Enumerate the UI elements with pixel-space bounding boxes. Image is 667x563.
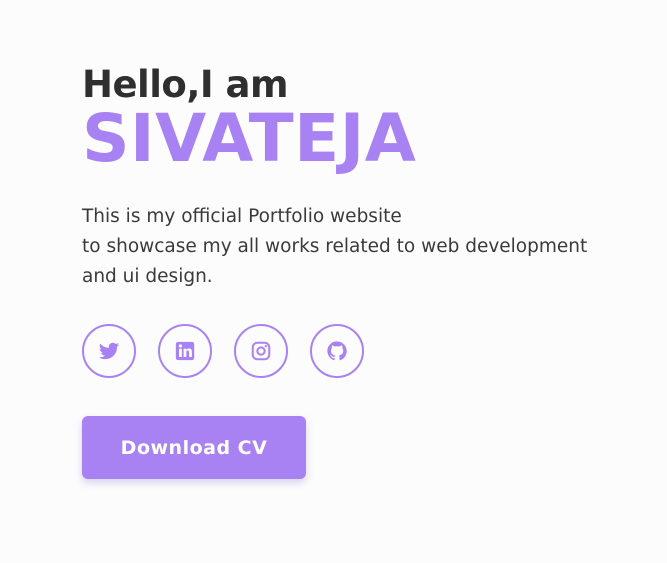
github-icon [327, 341, 347, 361]
hero-section: Hello,I am SIVATEJA This is my official … [82, 62, 652, 479]
linkedin-link[interactable] [158, 324, 212, 378]
twitter-link[interactable] [82, 324, 136, 378]
instagram-link[interactable] [234, 324, 288, 378]
twitter-icon [98, 342, 120, 360]
download-cv-button[interactable]: Download CV [82, 416, 306, 479]
github-link[interactable] [310, 324, 364, 378]
intro-line-1: This is my official Portfolio website [82, 206, 402, 227]
intro-line-2: to showcase my all works related to web … [82, 236, 588, 257]
social-links [82, 324, 652, 378]
linkedin-icon [175, 341, 195, 361]
intro-text: This is my official Portfolio website to… [82, 202, 652, 292]
instagram-icon [251, 341, 271, 361]
name-heading: SIVATEJA [82, 100, 417, 177]
intro-line-3: and ui design. [82, 266, 213, 287]
